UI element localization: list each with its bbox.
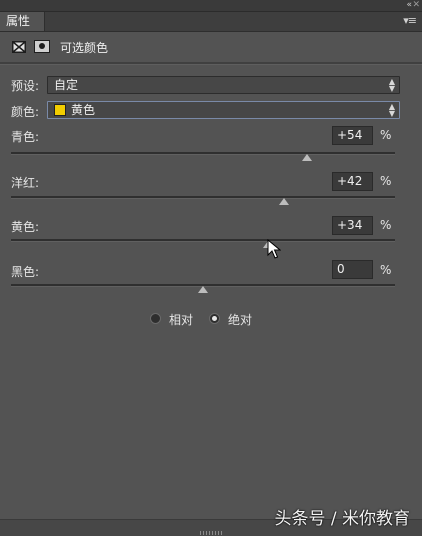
yellow-swatch-icon [54,104,66,116]
yellow-input[interactable]: +34 [332,216,373,235]
panel-title: 可选颜色 [60,41,109,55]
cyan-percent-sign: % [380,128,392,142]
yellow-label: 黄色: [11,220,40,234]
magenta-input[interactable]: +42 [332,172,373,191]
panel-top-strip: « ✕ [0,0,422,12]
black-label: 黑色: [11,265,40,279]
updown-arrows-icon: ▲ ▼ [388,77,395,93]
cyan-slider-thumb[interactable] [301,154,312,161]
mouse-cursor-icon [267,239,281,259]
resize-grip-icon[interactable] [200,531,222,535]
preset-value: 自定 [54,78,79,92]
preset-label: 预设: [11,79,40,93]
panel-menu-icon[interactable]: ▾≡ [403,14,417,27]
tab-properties[interactable]: 属性 [0,12,45,31]
magenta-slider-track[interactable] [11,196,395,199]
panel-tab-bar: 属性 ▾≡ [0,12,422,32]
magenta-slider-thumb[interactable] [278,198,289,205]
collapse-icon[interactable]: « [406,0,411,10]
layer-mask-icon[interactable] [34,40,50,53]
black-percent-sign: % [380,263,392,277]
watermark-text: 头条号 / 米你教育 [274,509,410,529]
relative-radio[interactable] [150,313,161,324]
cyan-label: 青色: [11,130,40,144]
black-slider-thumb[interactable] [198,286,208,293]
cyan-input[interactable]: +54 [332,126,373,145]
magenta-label: 洋红: [11,176,40,190]
absolute-radio[interactable] [209,313,220,324]
colors-label: 颜色: [11,105,40,119]
close-icon[interactable]: ✕ [412,0,420,10]
colors-value: 黄色 [71,103,96,117]
preset-select[interactable]: 自定 ▲ ▼ [47,76,400,94]
properties-header: 可选颜色 [0,32,422,62]
updown-arrows-icon: ▲ ▼ [388,102,395,118]
absolute-label[interactable]: 绝对 [228,311,252,328]
cyan-slider-track[interactable] [11,152,395,155]
black-input[interactable]: 0 [332,260,373,279]
colors-select[interactable]: 黄色 ▲ ▼ [47,101,400,119]
yellow-percent-sign: % [380,218,392,232]
selective-color-adjustment-icon[interactable] [12,41,26,53]
magenta-percent-sign: % [380,174,392,188]
yellow-slider-track[interactable] [11,239,395,242]
header-divider [0,62,422,65]
relative-label[interactable]: 相对 [169,311,193,328]
